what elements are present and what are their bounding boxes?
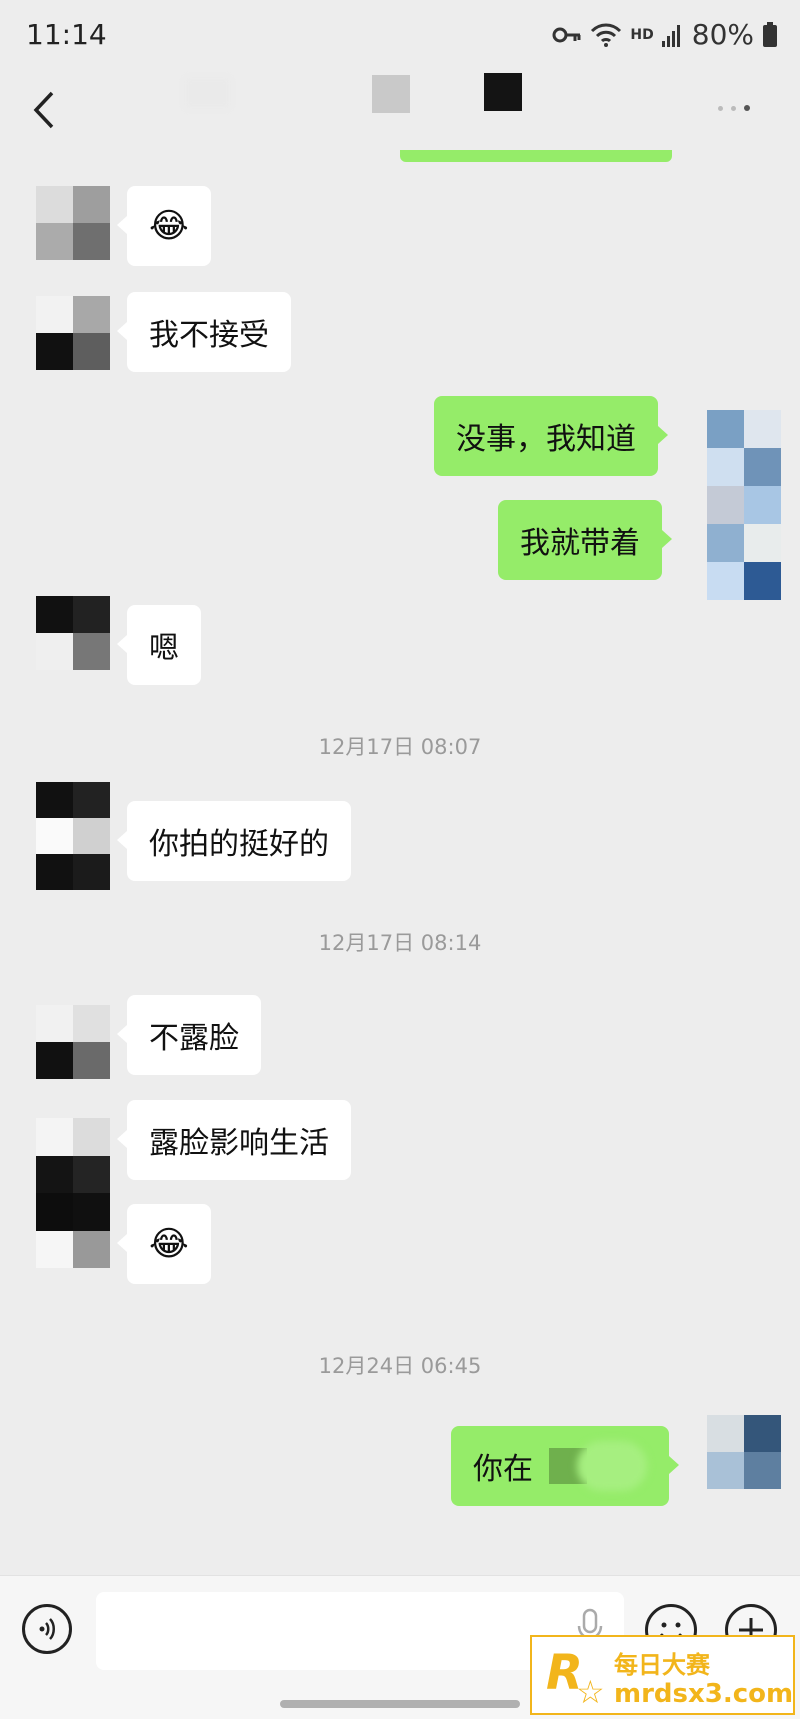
avatar[interactable] (36, 782, 110, 890)
contact-name-redacted (372, 75, 410, 113)
more-dots-icon[interactable] (718, 98, 764, 118)
message-text: 不露脸 (149, 1021, 239, 1056)
message-text: 你拍的挺好的 (149, 827, 329, 862)
vpn-key-icon (552, 27, 581, 42)
message-bubble[interactable]: 😂 (117, 186, 211, 266)
timestamp: 12月24日 06:45 (318, 1354, 482, 1378)
message-text: 嗯 (149, 631, 179, 666)
signal-icon (661, 24, 680, 47)
message-bubble[interactable]: 你拍的挺好的 (117, 801, 351, 881)
wifi-icon (591, 23, 622, 47)
message-bubble[interactable]: 嗯 (117, 605, 201, 685)
message-bubble[interactable]: 我不接受 (117, 292, 291, 372)
message-bubble[interactable]: 没事，我知道 (434, 396, 668, 476)
avatar[interactable] (36, 296, 110, 370)
redacted-text (577, 1441, 647, 1491)
message-bubble[interactable]: 你在 (451, 1426, 679, 1506)
avatar[interactable] (36, 1118, 110, 1268)
message-text: 😂 (149, 1224, 189, 1264)
avatar[interactable] (36, 596, 110, 670)
battery-percent: 80% (691, 18, 754, 51)
status-time: 11:14 (26, 18, 107, 51)
message-list[interactable]: 😂 我不接受 没事，我知道 我就带着 嗯 12月17日 08:07 你拍的挺好的 (0, 150, 800, 1575)
star-icon: ☆ (576, 1673, 605, 1711)
message-bubble-partial (400, 150, 672, 162)
avatar[interactable] (36, 1005, 110, 1079)
message-text: 露脸影响生活 (149, 1126, 329, 1161)
message-bubble[interactable]: 😂 (117, 1204, 211, 1284)
message-text: 我就带着 (520, 526, 640, 561)
watermark-logo: R ☆ 每日大赛 mrdsx3.com (530, 1635, 795, 1715)
chat-header (0, 70, 800, 150)
avatar[interactable] (36, 186, 110, 260)
avatar-self[interactable] (707, 1415, 781, 1489)
message-text: 没事，我知道 (456, 422, 636, 457)
status-icons: HD 80% (552, 18, 778, 51)
battery-icon (763, 21, 777, 47)
home-indicator (280, 1700, 520, 1708)
watermark-url: mrdsx3.com (614, 1679, 794, 1709)
status-bar: 11:14 HD 80% (0, 0, 800, 70)
message-text: 😂 (149, 206, 189, 246)
message-text: 我不接受 (149, 318, 269, 353)
chevron-left-icon[interactable] (26, 85, 66, 135)
timestamp: 12月17日 08:14 (318, 931, 482, 955)
timestamp: 12月17日 08:07 (318, 735, 482, 759)
message-text: 你在 (473, 1452, 533, 1487)
avatar-self[interactable] (707, 410, 781, 600)
contact-name-redacted (484, 73, 522, 111)
hd-badge: HD (630, 26, 654, 43)
message-bubble[interactable]: 露脸影响生活 (117, 1100, 351, 1180)
message-bubble[interactable]: 我就带着 (498, 500, 672, 580)
voice-icon[interactable] (22, 1604, 72, 1654)
message-bubble[interactable]: 不露脸 (117, 995, 261, 1075)
watermark-name: 每日大赛 (614, 1651, 710, 1679)
contact-name-blur (185, 78, 230, 108)
